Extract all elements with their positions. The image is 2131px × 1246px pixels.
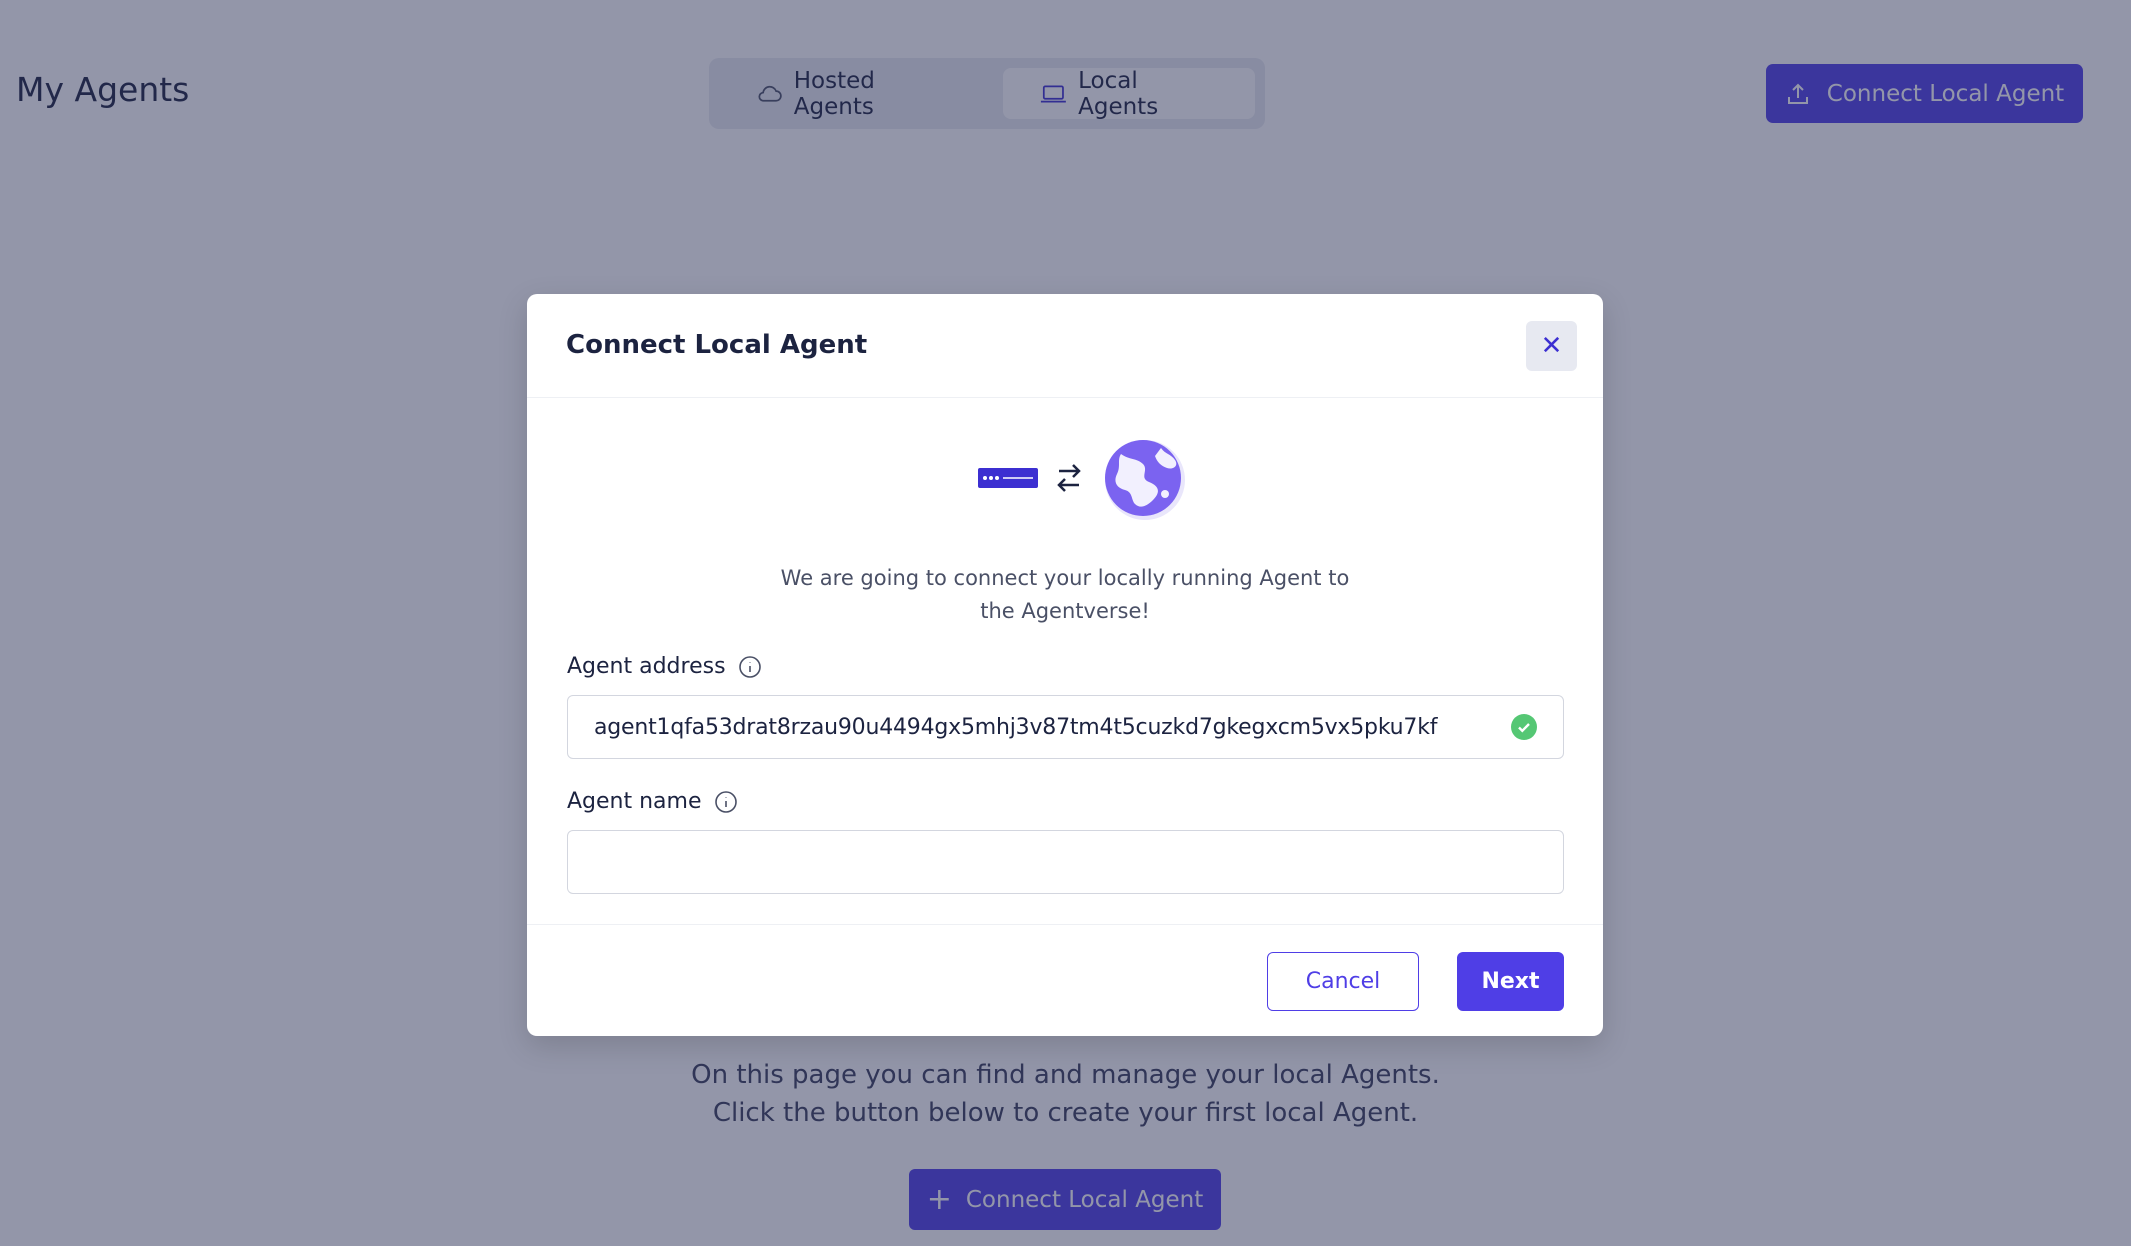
connection-illustration <box>978 440 1185 520</box>
swap-arrows-icon <box>1057 464 1081 492</box>
close-icon: ✕ <box>1540 331 1563 361</box>
modal-description-line-1: We are going to connect your locally run… <box>780 566 1350 590</box>
agent-address-input[interactable]: agent1qfa53drat8rzau90u4494gx5mhj3v87tm4… <box>567 695 1564 759</box>
agent-address-label: Agent address <box>567 654 762 679</box>
info-icon[interactable] <box>714 790 738 814</box>
modal-description: We are going to connect your locally run… <box>527 562 1603 628</box>
agent-address-value: agent1qfa53drat8rzau90u4494gx5mhj3v87tm4… <box>594 714 1438 740</box>
close-button[interactable]: ✕ <box>1526 321 1577 371</box>
agent-name-input[interactable] <box>567 830 1564 894</box>
globe-icon <box>1105 440 1185 520</box>
cancel-button[interactable]: Cancel <box>1267 952 1419 1011</box>
next-button[interactable]: Next <box>1457 952 1564 1011</box>
valid-check-icon <box>1511 714 1537 740</box>
info-icon[interactable] <box>738 655 762 679</box>
modal-header: Connect Local Agent ✕ <box>527 294 1603 398</box>
agent-address-label-text: Agent address <box>567 654 726 679</box>
server-icon <box>978 468 1038 488</box>
modal-description-line-2: the Agentverse! <box>980 599 1150 623</box>
modal-footer-divider <box>527 924 1603 925</box>
modal-title: Connect Local Agent <box>566 330 868 360</box>
agent-name-label-text: Agent name <box>567 789 702 814</box>
connect-local-agent-modal: Connect Local Agent ✕ We are going to co… <box>527 294 1603 1036</box>
agent-name-label: Agent name <box>567 789 738 814</box>
